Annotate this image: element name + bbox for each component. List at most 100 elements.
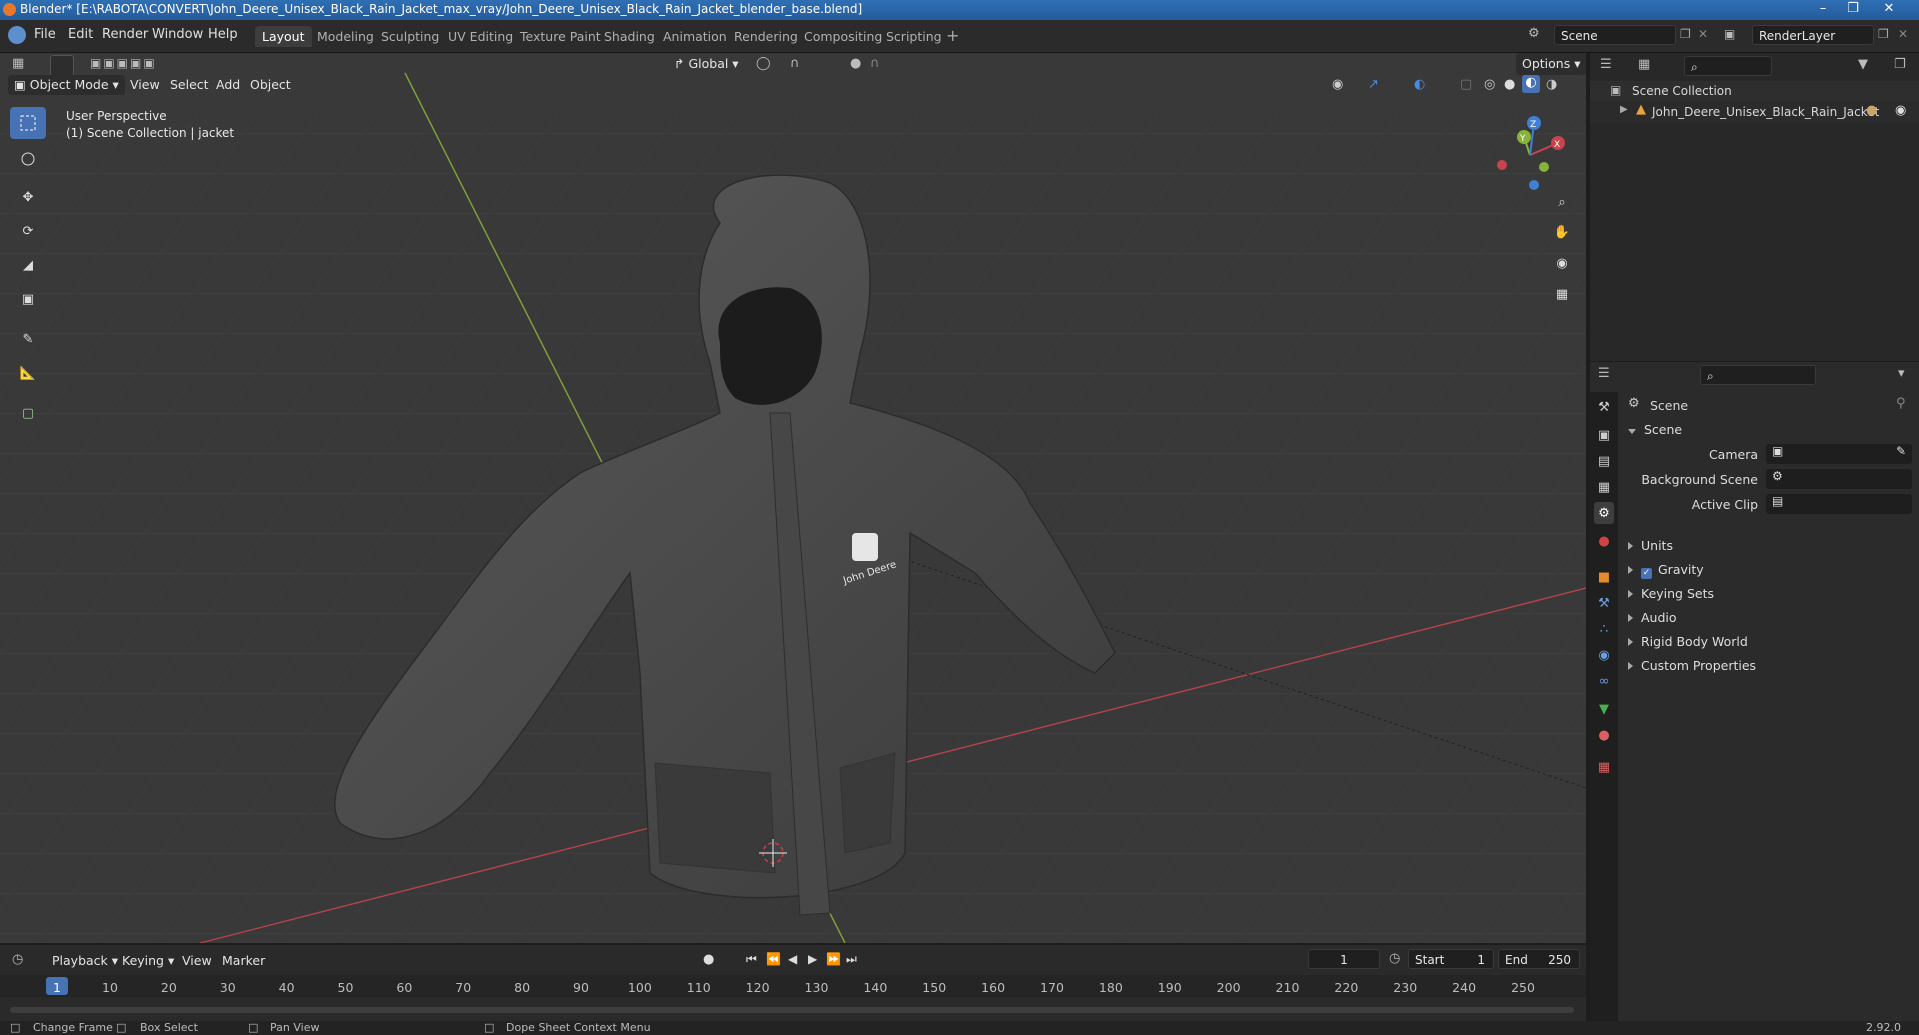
tab-compositing[interactable]: Compositing: [797, 26, 889, 47]
record-keyframe-icon[interactable]: ●: [703, 952, 714, 967]
jump-keyframe-forward-icon[interactable]: ⏩: [826, 952, 841, 966]
tab-uv-editing[interactable]: UV Editing: [441, 26, 520, 47]
tool-measure-icon[interactable]: 📐: [10, 357, 46, 389]
timeline-editor-type-icon[interactable]: ◷: [12, 952, 23, 967]
selection-modes[interactable]: ▣▣▣▣▣: [90, 56, 182, 74]
timeline-menu-playback[interactable]: Playback ▾: [46, 950, 124, 972]
properties-editor[interactable]: ☰ ⌕ ▾ ⚒ ▣ ▤ ▦ ⚙ ● ■ ⚒ ∴ ◉ ∞ ▼ ● ▦ ⚙ Scen…: [1590, 362, 1919, 1021]
jump-keyframe-back-icon[interactable]: ⏪: [766, 952, 781, 966]
use-preview-range-icon[interactable]: ◷: [1389, 951, 1400, 966]
navigation-gizmo[interactable]: X Y Z: [1488, 113, 1572, 197]
menu-render[interactable]: Render: [102, 27, 148, 42]
menu-edit[interactable]: Edit: [68, 27, 93, 42]
viewport-menu-view[interactable]: View: [124, 75, 166, 95]
editor-type-icon[interactable]: ▦: [12, 56, 36, 76]
jump-end-icon[interactable]: ⏭: [846, 952, 857, 967]
outliner-scene-collection[interactable]: Scene Collection: [1632, 84, 1732, 98]
tab-animation[interactable]: Animation: [656, 26, 734, 47]
snap-icon[interactable]: ∩: [790, 56, 800, 71]
current-frame-field[interactable]: 1: [1308, 949, 1380, 969]
xray-icon[interactable]: ▢: [1460, 77, 1472, 92]
scene-name-field[interactable]: Scene: [1554, 25, 1676, 45]
blender-menu-icon[interactable]: [8, 26, 26, 44]
timeline-menu-view[interactable]: View: [176, 950, 218, 972]
start-frame-field[interactable]: Start 1: [1408, 949, 1494, 969]
tab-scripting[interactable]: Scripting: [879, 26, 949, 47]
background-scene-field[interactable]: ⚙: [1766, 469, 1912, 489]
render-tab-icon[interactable]: ▣: [1594, 424, 1614, 446]
material-tab-icon[interactable]: ●: [1594, 724, 1614, 746]
panel-scene-header[interactable]: Scene: [1628, 422, 1682, 437]
outliner-editor[interactable]: ☰ ▦ ⌕ ▼ ❐ ▣ Scene Collection ▶ ▲ John_De…: [1590, 53, 1919, 361]
outliner-filter-icon[interactable]: ▼: [1858, 57, 1868, 72]
delete-view-layer-icon[interactable]: ✕: [1898, 27, 1908, 41]
jump-start-icon[interactable]: ⏮: [746, 952, 757, 967]
active-clip-field[interactable]: ▤: [1766, 494, 1912, 514]
tool-add-cube-icon[interactable]: ▢: [10, 397, 46, 429]
view-layer-icon[interactable]: ▣: [1724, 27, 1735, 41]
menu-file[interactable]: File: [34, 27, 56, 42]
timeline-menu-keying[interactable]: Keying ▾: [116, 950, 180, 972]
properties-options-icon[interactable]: ▾: [1898, 366, 1905, 381]
tab-layout[interactable]: Layout: [255, 26, 312, 47]
texture-tab-icon[interactable]: ▦: [1594, 756, 1614, 778]
tab-texture-paint[interactable]: Texture Paint: [513, 26, 608, 47]
pivot-point-icon[interactable]: ◯: [756, 56, 771, 71]
viewport-canvas[interactable]: John Deere: [0, 53, 1586, 943]
viewport-menu-add[interactable]: Add: [210, 75, 246, 95]
wireframe-shading-icon[interactable]: ◎: [1484, 77, 1495, 92]
zoom-icon[interactable]: ⌕: [1549, 189, 1575, 215]
new-scene-icon[interactable]: ❐: [1680, 27, 1691, 41]
delete-scene-icon[interactable]: ✕: [1698, 27, 1708, 41]
eye-visibility-icon[interactable]: ◉: [1895, 103, 1906, 118]
transform-orientation-dropdown[interactable]: ↱ Global ▾: [668, 53, 745, 75]
outliner-search-input[interactable]: ⌕: [1684, 56, 1772, 76]
rendered-shading-icon[interactable]: ◑: [1546, 77, 1557, 92]
data-tab-icon[interactable]: ▼: [1594, 698, 1614, 720]
camera-field[interactable]: ▣ ✎: [1766, 444, 1912, 464]
constraints-tab-icon[interactable]: ∞: [1594, 670, 1614, 692]
properties-editor-type-icon[interactable]: ☰: [1598, 366, 1610, 381]
select-mode-icon[interactable]: [50, 55, 74, 77]
close-button[interactable]: ✕: [1874, 0, 1904, 20]
minimize-button[interactable]: –: [1808, 0, 1838, 20]
panel-keying-sets-header[interactable]: Keying Sets: [1628, 586, 1714, 601]
new-view-layer-icon[interactable]: ❐: [1878, 27, 1889, 41]
tool-tab-icon[interactable]: ⚒: [1594, 396, 1614, 418]
scene-browse-icon[interactable]: ⚙: [1528, 26, 1546, 44]
3d-viewport[interactable]: John Deere ▦ ▣▣▣▣▣ ↱ Global ▾ ◯ ∩ ● ∩ Op…: [0, 53, 1586, 943]
object-tab-icon[interactable]: ■: [1594, 566, 1614, 588]
world-tab-icon[interactable]: ●: [1594, 530, 1614, 552]
viewport-menu-object[interactable]: Object: [244, 75, 297, 95]
play-icon[interactable]: ▶: [808, 952, 817, 966]
outliner-editor-type-icon[interactable]: ☰: [1600, 57, 1612, 72]
solid-shading-icon[interactable]: ●: [1504, 77, 1515, 92]
tool-transform-icon[interactable]: ▣: [10, 283, 46, 315]
material-preview-icon[interactable]: ◐: [1522, 75, 1540, 93]
modifier-tab-icon[interactable]: ⚒: [1594, 592, 1614, 614]
new-collection-icon[interactable]: ❐: [1894, 57, 1906, 72]
falloff-icon[interactable]: ∩: [870, 56, 880, 71]
gizmo-toggle-icon[interactable]: ↗: [1368, 77, 1379, 92]
options-dropdown[interactable]: Options ▾: [1516, 53, 1586, 75]
physics-tab-icon[interactable]: ◉: [1594, 644, 1614, 666]
timeline-editor[interactable]: ◷ Playback ▾ Keying ▾ View Marker ● ⏮ ⏪ …: [0, 945, 1586, 1021]
panel-audio-header[interactable]: Audio: [1628, 610, 1677, 625]
camera-view-icon[interactable]: ◉: [1549, 250, 1575, 276]
overlay-toggle-icon[interactable]: ◐: [1414, 77, 1425, 92]
gravity-checkbox[interactable]: ✓: [1641, 568, 1652, 579]
timeline-scrollbar[interactable]: [10, 1007, 1574, 1013]
tab-sculpting[interactable]: Sculpting: [374, 26, 446, 47]
panel-rigid-body-world-header[interactable]: Rigid Body World: [1628, 634, 1748, 649]
menu-help[interactable]: Help: [208, 27, 238, 42]
panel-gravity-header[interactable]: ✓ Gravity: [1628, 562, 1704, 579]
expand-arrow-icon[interactable]: ▶: [1620, 104, 1628, 115]
pin-icon[interactable]: ⚲: [1896, 396, 1906, 411]
play-reverse-icon[interactable]: ◀: [788, 952, 797, 966]
tool-annotate-icon[interactable]: ✎: [10, 323, 46, 355]
tab-modeling[interactable]: Modeling: [310, 26, 381, 47]
panel-custom-properties-header[interactable]: Custom Properties: [1628, 658, 1756, 673]
viewport-menu-select[interactable]: Select: [164, 75, 215, 95]
panel-units-header[interactable]: Units: [1628, 538, 1673, 553]
timeline-menu-marker[interactable]: Marker: [216, 950, 271, 972]
